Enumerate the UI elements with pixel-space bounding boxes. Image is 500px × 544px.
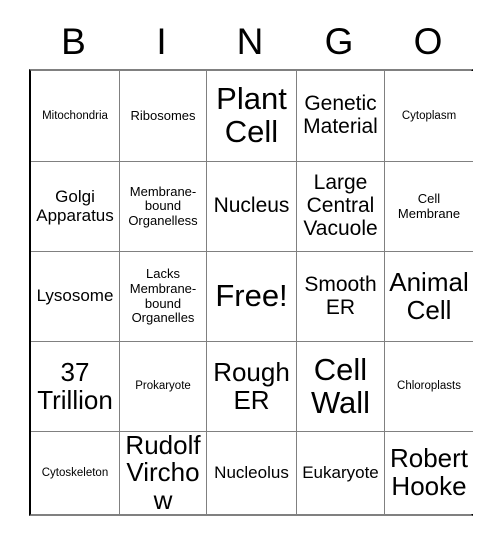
bingo-cell-label: Lacks Membrane-bound Organelles bbox=[129, 266, 197, 326]
bingo-cell[interactable]: Plant Cell bbox=[207, 71, 297, 162]
bingo-cell[interactable]: Ribosomes bbox=[120, 71, 207, 162]
bingo-cell[interactable]: Large Central Vacuole bbox=[297, 162, 385, 252]
bingo-header-letter-b: B bbox=[61, 21, 86, 62]
bingo-header-letter-g: G bbox=[324, 21, 354, 62]
bingo-cell[interactable]: Nucleolus bbox=[207, 432, 297, 514]
bingo-header-letter-o: O bbox=[413, 21, 443, 62]
bingo-cell-label: Genetic Material bbox=[303, 92, 378, 138]
bingo-cell-label: Animal Cell bbox=[389, 266, 469, 325]
bingo-cell-label: Nucleus bbox=[213, 194, 290, 218]
bingo-cell[interactable]: Mitochondria bbox=[31, 71, 120, 162]
bingo-cell[interactable]: Lacks Membrane-bound Organelles bbox=[120, 252, 207, 342]
bingo-free-cell[interactable]: Free! bbox=[207, 252, 297, 342]
bingo-cell-label: Robert Hooke bbox=[389, 443, 469, 501]
bingo-cell-label: Smooth ER bbox=[304, 272, 377, 319]
bingo-cell[interactable]: Prokaryote bbox=[120, 342, 207, 432]
bingo-cell-label: Rough ER bbox=[213, 356, 290, 415]
bingo-cell-label: Cytoplasm bbox=[401, 109, 457, 122]
bingo-cell[interactable]: Genetic Material bbox=[297, 71, 385, 162]
bingo-cell[interactable]: 37 Trillion bbox=[31, 342, 120, 432]
bingo-cell[interactable]: Cell Membrane bbox=[385, 162, 473, 252]
bingo-cell-label: Cell Wall bbox=[310, 351, 371, 420]
bingo-cell[interactable]: Lysosome bbox=[31, 252, 120, 342]
bingo-cell-label: Golgi Apparatus bbox=[36, 186, 114, 225]
bingo-cell-label: Membrane-bound Organelless bbox=[128, 183, 198, 228]
bingo-grid: Mitochondria Ribosomes Plant Cell Geneti… bbox=[29, 69, 473, 516]
bingo-cell-label: Lysosome bbox=[36, 286, 114, 306]
bingo-cell[interactable]: Nucleus bbox=[207, 162, 297, 252]
bingo-cell-label: Cell Membrane bbox=[397, 190, 461, 221]
bingo-cell[interactable]: Membrane-bound Organelless bbox=[120, 162, 207, 252]
bingo-header-letter-i: I bbox=[156, 21, 167, 62]
bingo-cell[interactable]: Rough ER bbox=[207, 342, 297, 432]
bingo-header-row: B I N G O bbox=[29, 14, 473, 69]
bingo-cell[interactable]: Cell Wall bbox=[297, 342, 385, 432]
bingo-cell-label: Mitochondria bbox=[42, 109, 108, 122]
bingo-cell-label: Ribosomes bbox=[130, 107, 196, 123]
bingo-cell[interactable]: Smooth ER bbox=[297, 252, 385, 342]
bingo-cell-label: Large Central Vacuole bbox=[303, 171, 378, 240]
bingo-cell-label: Plant Cell bbox=[216, 81, 287, 149]
bingo-cell-label: 37 Trillion bbox=[37, 356, 113, 415]
bingo-cell-label: Free! bbox=[215, 278, 288, 314]
bingo-cell[interactable]: Eukaryote bbox=[297, 432, 385, 514]
bingo-cell-label: Eukaryote bbox=[302, 462, 379, 482]
bingo-cell-label: Prokaryote bbox=[135, 380, 191, 393]
bingo-card: B I N G O Mitochondria Ribosomes Plant C… bbox=[0, 0, 500, 544]
bingo-cell[interactable]: Cytoskeleton bbox=[31, 432, 120, 514]
bingo-cell-label: Chloroplasts bbox=[397, 380, 461, 393]
bingo-cell[interactable]: Robert Hooke bbox=[385, 432, 473, 514]
bingo-cell[interactable]: Rudolf Virchow bbox=[120, 432, 207, 514]
bingo-cell[interactable]: Golgi Apparatus bbox=[31, 162, 120, 252]
bingo-cell-label: Rudolf Virchow bbox=[125, 432, 201, 514]
bingo-cell[interactable]: Cytoplasm bbox=[385, 71, 473, 162]
bingo-cell[interactable]: Animal Cell bbox=[385, 252, 473, 342]
bingo-cell-label: Cytoskeleton bbox=[41, 466, 109, 479]
bingo-header-letter-n: N bbox=[236, 21, 264, 62]
bingo-cell-label: Nucleolus bbox=[214, 462, 289, 482]
bingo-cell[interactable]: Chloroplasts bbox=[385, 342, 473, 432]
